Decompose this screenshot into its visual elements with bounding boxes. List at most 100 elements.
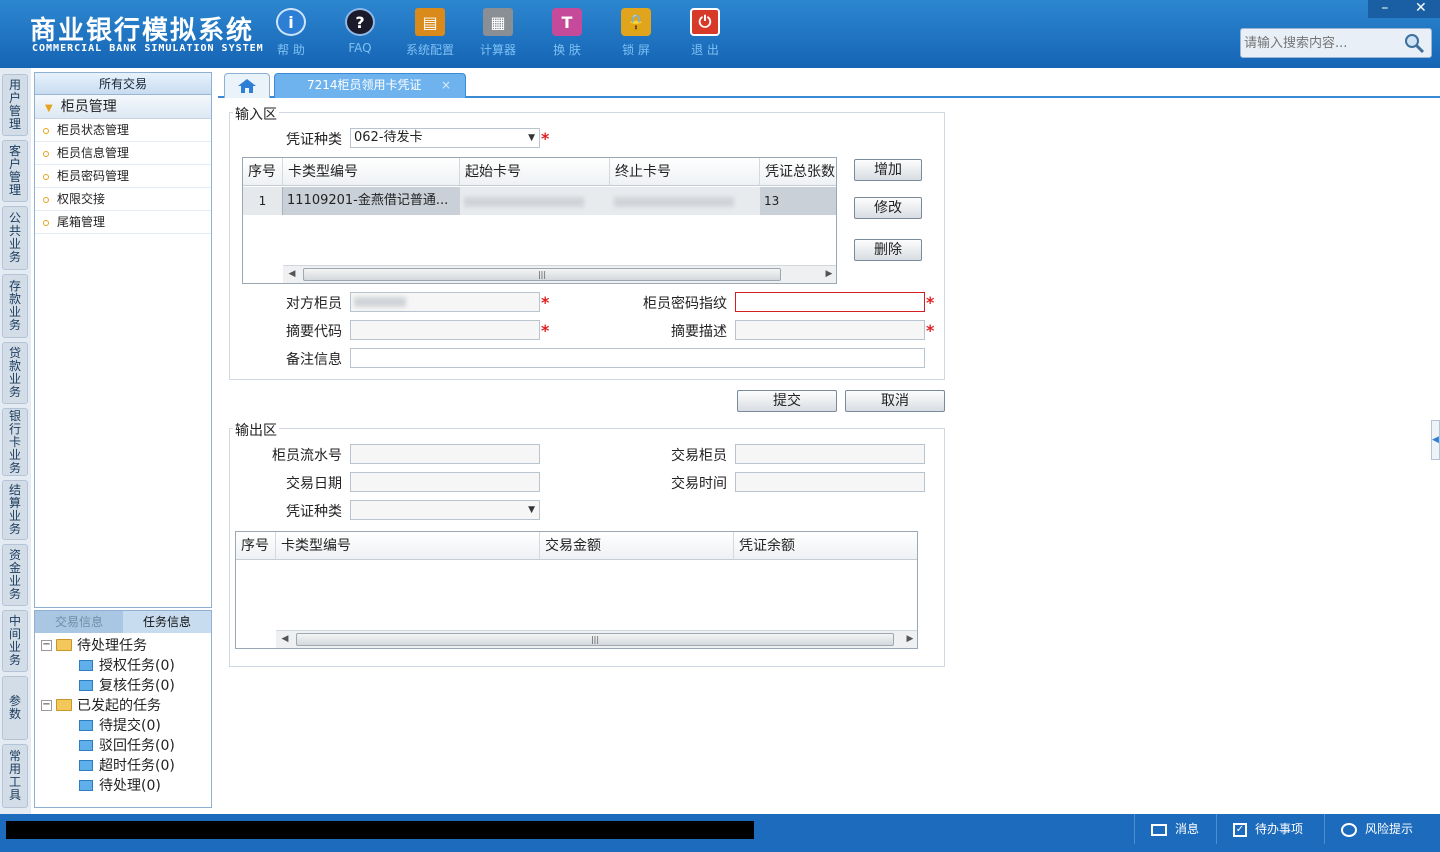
side-tab-loan[interactable]: 贷款业务 xyxy=(2,342,28,404)
tree-node-timeout[interactable]: 超时任务(0) xyxy=(79,755,175,775)
scroll-right-icon[interactable]: ▶ xyxy=(903,632,917,647)
nav-item-permission-handover[interactable]: 权限交接 xyxy=(35,188,211,211)
collapse-icon[interactable]: − xyxy=(41,699,52,711)
tab-task-info[interactable]: 任务信息 xyxy=(123,611,211,633)
tab-current[interactable]: 7214柜员领用卡凭证 × xyxy=(274,73,466,98)
nav-item-teller-status[interactable]: 柜员状态管理 xyxy=(35,119,211,142)
tree-node-to-process[interactable]: 待处理(0) xyxy=(79,775,161,795)
tree-node-pending[interactable]: − 待处理任务 xyxy=(41,635,147,655)
counterpart-teller-input[interactable] xyxy=(350,292,540,312)
grid-header-card-type: 卡类型编号 xyxy=(276,532,540,560)
grid-header-card-type: 卡类型编号 xyxy=(283,158,460,186)
end-card-masked xyxy=(610,187,760,215)
search-input[interactable] xyxy=(1244,33,1404,53)
app-subtitle: COMMERCIAL BANK SIMULATION SYSTEM xyxy=(32,43,264,54)
summary-desc-input[interactable] xyxy=(735,320,925,340)
table-row[interactable]: 1 11109201-金燕借记普通... 13 xyxy=(243,187,836,215)
bullet-icon xyxy=(43,151,49,157)
add-button[interactable]: 增加 xyxy=(854,159,922,181)
side-tab-common-tools[interactable]: 常用工具 xyxy=(2,744,28,808)
teller-password-input[interactable] xyxy=(735,292,925,312)
tree-node-to-submit[interactable]: 待提交(0) xyxy=(79,715,161,735)
close-window-button[interactable]: ✕ xyxy=(1415,0,1427,18)
side-tab-settlement[interactable]: 结算业务 xyxy=(2,480,28,540)
side-tab-user-management[interactable]: 用户管理 xyxy=(2,74,28,136)
scroll-left-icon[interactable]: ◀ xyxy=(285,267,299,282)
tree-node-initiated[interactable]: − 已发起的任务 xyxy=(41,695,161,715)
nav-group-teller[interactable]: ▼ 柜员管理 xyxy=(35,95,211,119)
delete-button[interactable]: 删除 xyxy=(854,239,922,261)
folder-leaf-icon xyxy=(79,679,93,691)
search-box xyxy=(1240,28,1432,58)
side-tab-intermediary[interactable]: 中间业务 xyxy=(2,610,28,672)
side-tab-funds[interactable]: 资金业务 xyxy=(2,544,28,606)
todo-button[interactable]: ✓ 待办事项 xyxy=(1216,814,1322,844)
checkbox-icon: ✓ xyxy=(1233,822,1247,837)
bullet-icon xyxy=(43,174,49,180)
folder-leaf-icon xyxy=(79,739,93,751)
transaction-nav: 所有交易 ▼ 柜员管理 柜员状态管理 柜员信息管理 柜员密码管理 权限交接 尾箱管… xyxy=(34,72,212,608)
calculator-button[interactable]: ▦ 计算器 xyxy=(465,8,531,62)
nav-item-teller-info[interactable]: 柜员信息管理 xyxy=(35,142,211,165)
voucher-type-select[interactable]: 062-待发卡 ▼ xyxy=(350,128,540,148)
tab-home[interactable] xyxy=(224,73,270,98)
collapse-right-icon[interactable]: ◀ xyxy=(1431,420,1440,460)
edit-button[interactable]: 修改 xyxy=(854,197,922,219)
search-icon[interactable] xyxy=(1403,32,1425,54)
trade-date-field xyxy=(350,472,540,492)
scroll-left-icon[interactable]: ◀ xyxy=(278,632,292,647)
scroll-right-icon[interactable]: ▶ xyxy=(822,267,836,282)
remark-input[interactable] xyxy=(350,348,925,368)
system-config-button[interactable]: ▤ 系统配置 xyxy=(397,8,463,62)
tree-node-review[interactable]: 复核任务(0) xyxy=(79,675,175,695)
side-tab-customer-management[interactable]: 客户管理 xyxy=(2,140,28,202)
task-panel: 交易信息 任务信息 − 待处理任务 授权任务(0) 复核任务(0) − 已发起的任务… xyxy=(34,610,212,808)
toolbox-icon: ▤ xyxy=(415,8,445,36)
trade-teller-field xyxy=(735,444,925,464)
trade-time-field xyxy=(735,472,925,492)
voucher-type-label: 凭证种类 xyxy=(286,132,342,148)
cancel-button[interactable]: 取消 xyxy=(845,390,945,412)
scroll-thumb[interactable]: ||| xyxy=(296,633,894,646)
folder-icon xyxy=(56,639,72,651)
scroll-thumb[interactable]: ||| xyxy=(303,268,781,281)
grid-header-seq: 序号 xyxy=(243,158,283,186)
horizontal-scrollbar[interactable]: ◀ ||| ▶ xyxy=(276,630,917,648)
side-tab-public-business[interactable]: 公共业务 xyxy=(2,206,28,270)
tree-node-rejected[interactable]: 驳回任务(0) xyxy=(79,735,175,755)
lock-screen-button[interactable]: 🔒 锁 屏 xyxy=(603,8,669,62)
minimize-button[interactable]: – xyxy=(1381,0,1388,18)
close-tab-icon[interactable]: × xyxy=(441,74,451,97)
tab-transaction-info[interactable]: 交易信息 xyxy=(35,611,123,633)
side-tab-deposit[interactable]: 存款业务 xyxy=(2,274,28,338)
submit-button[interactable]: 提交 xyxy=(737,390,837,412)
summary-code-input[interactable] xyxy=(350,320,540,340)
grid-header-seq: 序号 xyxy=(236,532,276,560)
collapse-icon[interactable]: − xyxy=(41,639,52,651)
nav-item-teller-password[interactable]: 柜员密码管理 xyxy=(35,165,211,188)
nav-item-tail-box[interactable]: 尾箱管理 xyxy=(35,211,211,234)
folder-icon xyxy=(56,699,72,711)
skin-button[interactable]: T换 肤 xyxy=(534,8,600,62)
risk-button[interactable]: 风险提示 xyxy=(1324,814,1440,844)
folder-leaf-icon xyxy=(79,719,93,731)
nav-header[interactable]: 所有交易 xyxy=(35,73,211,95)
dropdown-arrow-icon[interactable]: ▼ xyxy=(528,130,535,146)
faq-button[interactable]: ? FAQ xyxy=(327,8,393,62)
bullet-icon xyxy=(43,128,49,134)
trade-time-label: 交易时间 xyxy=(671,476,727,492)
horizontal-scrollbar[interactable]: ◀ ||| ▶ xyxy=(283,265,836,283)
dropdown-arrow-icon[interactable]: ▼ xyxy=(528,502,535,518)
side-tab-parameters[interactable]: 参数 xyxy=(2,676,28,740)
message-button[interactable]: 消息 xyxy=(1134,814,1214,844)
exit-button[interactable]: ⏻ 退 出 xyxy=(672,8,738,62)
output-voucher-type-select[interactable]: ▼ xyxy=(350,500,540,520)
bullet-icon xyxy=(43,197,49,203)
summary-desc-label: 摘要描述 xyxy=(671,324,727,340)
tree-node-authorization[interactable]: 授权任务(0) xyxy=(79,655,175,675)
power-icon: ⏻ xyxy=(690,8,720,36)
help-button[interactable]: i帮 助 xyxy=(258,8,324,62)
counterpart-teller-label: 对方柜员 xyxy=(286,296,342,312)
side-tab-bank-card[interactable]: 银行卡业务 xyxy=(2,408,28,476)
serial-no-label: 柜员流水号 xyxy=(272,448,342,464)
